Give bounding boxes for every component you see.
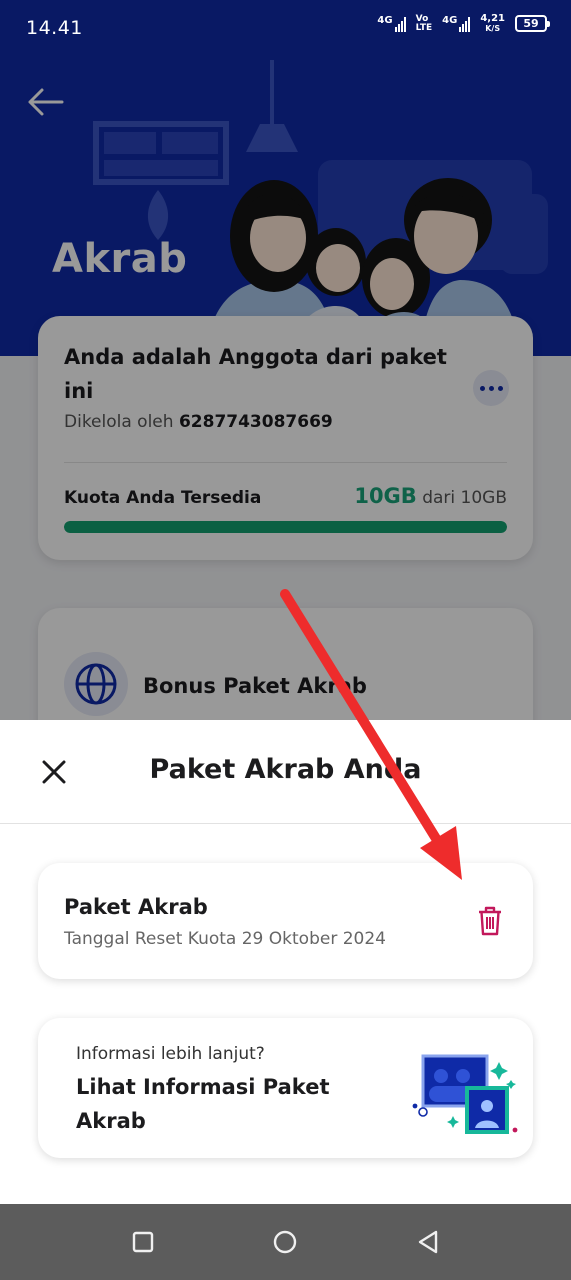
red-annotation-arrow-icon — [280, 589, 462, 880]
